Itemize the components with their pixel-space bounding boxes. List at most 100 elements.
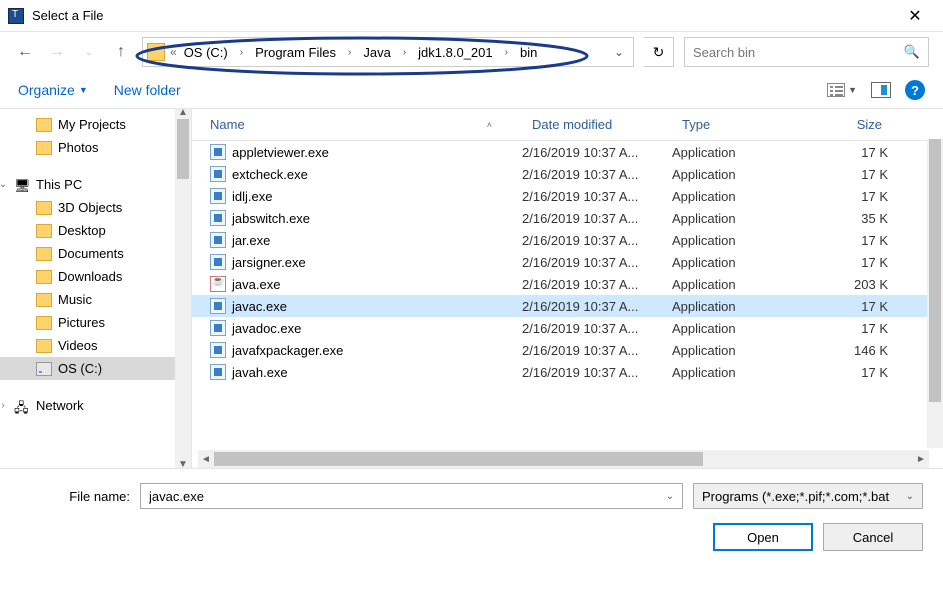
organize-menu[interactable]: Organize ▼ — [18, 82, 88, 98]
toolbar: Organize ▼ New folder ▼ ? — [0, 72, 943, 108]
new-folder-button[interactable]: New folder — [114, 82, 181, 98]
sidebar: My Projects Photos ⌄This PC 3D Objects D… — [0, 109, 192, 468]
sidebar-item-my-projects[interactable]: My Projects — [0, 113, 191, 136]
expand-icon[interactable]: › — [0, 400, 8, 411]
exe-icon — [210, 188, 226, 204]
file-type-filter[interactable]: Programs (*.exe;*.pif;*.com;*.bat ⌄ — [693, 483, 923, 509]
new-folder-label: New folder — [114, 82, 181, 98]
file-row[interactable]: javafxpackager.exe2/16/2019 10:37 A...Ap… — [192, 339, 943, 361]
search-box[interactable]: 🔍 — [684, 37, 929, 67]
chevron-right-icon[interactable]: › — [397, 47, 412, 58]
horizontal-scrollbar[interactable]: ◄ ► — [198, 450, 929, 468]
breadcrumb-item[interactable]: jdk1.8.0_201 — [414, 43, 496, 62]
filename-input[interactable] — [149, 489, 666, 504]
scroll-right-icon[interactable]: ► — [913, 454, 929, 465]
scrollbar-thumb[interactable] — [214, 452, 703, 466]
sidebar-label: Photos — [58, 140, 98, 155]
scroll-left-icon[interactable]: ◄ — [198, 454, 214, 465]
search-input[interactable] — [693, 45, 904, 60]
folder-icon — [36, 201, 52, 215]
column-size[interactable]: Size — [822, 109, 892, 140]
sidebar-item-photos[interactable]: Photos — [0, 136, 191, 159]
window-title: Select a File — [32, 8, 895, 23]
column-date[interactable]: Date modified — [522, 109, 672, 140]
chevron-right-icon[interactable]: › — [234, 47, 249, 58]
exe-icon — [210, 298, 226, 314]
chevron-right-icon[interactable]: › — [342, 47, 357, 58]
sidebar-item-network[interactable]: ›Network — [0, 394, 191, 417]
sidebar-item-downloads[interactable]: Downloads — [0, 265, 191, 288]
sidebar-item-3d-objects[interactable]: 3D Objects — [0, 196, 191, 219]
file-size: 17 K — [822, 189, 892, 204]
sidebar-item-os-c[interactable]: OS (C:) — [0, 357, 191, 380]
organize-label: Organize — [18, 82, 75, 98]
breadcrumb-item[interactable]: bin — [516, 43, 541, 62]
scroll-up-icon[interactable]: ▲ — [178, 109, 188, 118]
file-row[interactable]: appletviewer.exe2/16/2019 10:37 A...Appl… — [192, 141, 943, 163]
file-row[interactable]: extcheck.exe2/16/2019 10:37 A...Applicat… — [192, 163, 943, 185]
sidebar-item-videos[interactable]: Videos — [0, 334, 191, 357]
breadcrumb-item[interactable]: Program Files — [251, 43, 340, 62]
pc-icon — [14, 178, 30, 192]
breadcrumb-item[interactable]: Java — [359, 43, 394, 62]
close-button[interactable]: ✕ — [895, 6, 935, 26]
sidebar-label: Documents — [58, 246, 124, 261]
file-row[interactable]: jarsigner.exe2/16/2019 10:37 A...Applica… — [192, 251, 943, 273]
address-dropdown[interactable]: ⌄ — [609, 45, 629, 59]
file-size: 17 K — [822, 321, 892, 336]
file-row[interactable]: idlj.exe2/16/2019 10:37 A...Application1… — [192, 185, 943, 207]
view-mode-button[interactable]: ▼ — [827, 83, 857, 97]
file-name: jabswitch.exe — [232, 211, 310, 226]
back-button[interactable]: ← — [14, 41, 36, 63]
forward-button[interactable]: → — [46, 41, 68, 63]
list-view-icon — [827, 83, 845, 97]
file-row[interactable]: javac.exe2/16/2019 10:37 A...Application… — [192, 295, 943, 317]
file-date: 2/16/2019 10:37 A... — [522, 343, 672, 358]
address-bar[interactable]: « OS (C:) › Program Files › Java › jdk1.… — [142, 37, 634, 67]
cancel-button[interactable]: Cancel — [823, 523, 923, 551]
scrollbar-thumb[interactable] — [929, 139, 941, 402]
sidebar-item-documents[interactable]: Documents — [0, 242, 191, 265]
sidebar-item-this-pc[interactable]: ⌄This PC — [0, 173, 191, 196]
scrollbar-thumb[interactable] — [177, 119, 189, 179]
file-row[interactable]: javah.exe2/16/2019 10:37 A...Application… — [192, 361, 943, 383]
file-row[interactable]: jabswitch.exe2/16/2019 10:37 A...Applica… — [192, 207, 943, 229]
sidebar-item-desktop[interactable]: Desktop — [0, 219, 191, 242]
sidebar-label: 3D Objects — [58, 200, 122, 215]
folder-icon — [36, 339, 52, 353]
file-size: 17 K — [822, 365, 892, 380]
open-button[interactable]: Open — [713, 523, 813, 551]
expand-icon[interactable]: ⌄ — [0, 179, 8, 190]
file-row[interactable]: javadoc.exe2/16/2019 10:37 A...Applicati… — [192, 317, 943, 339]
filename-label: File name: — [20, 489, 130, 504]
refresh-button[interactable]: ↻ — [644, 37, 674, 67]
network-icon — [14, 399, 30, 413]
file-row[interactable]: java.exe2/16/2019 10:37 A...Application2… — [192, 273, 943, 295]
exe-icon — [210, 364, 226, 380]
filter-label: Programs (*.exe;*.pif;*.com;*.bat — [702, 489, 889, 504]
filename-combobox[interactable]: ⌄ — [140, 483, 683, 509]
chevron-right-icon[interactable]: › — [499, 47, 514, 58]
column-name[interactable]: Name˄ — [192, 109, 522, 140]
chevron-down-icon[interactable]: ⌄ — [666, 491, 674, 502]
sidebar-item-music[interactable]: Music — [0, 288, 191, 311]
search-icon: 🔍 — [904, 44, 920, 60]
file-type: Application — [672, 167, 822, 182]
vertical-scrollbar[interactable] — [927, 139, 943, 448]
file-name: appletviewer.exe — [232, 145, 329, 160]
sidebar-item-pictures[interactable]: Pictures — [0, 311, 191, 334]
scroll-down-icon[interactable]: ▼ — [178, 459, 188, 468]
column-type[interactable]: Type — [672, 109, 822, 140]
recent-dropdown[interactable]: ⌄ — [78, 41, 100, 63]
sidebar-scrollbar[interactable]: ▲ ▼ — [175, 109, 191, 468]
help-button[interactable]: ? — [905, 80, 925, 100]
up-button[interactable]: ↑ — [110, 41, 132, 63]
file-size: 35 K — [822, 211, 892, 226]
preview-pane-button[interactable] — [871, 82, 891, 98]
exe-icon — [210, 144, 226, 160]
breadcrumb-overflow[interactable]: « — [169, 45, 178, 59]
breadcrumb-item[interactable]: OS (C:) — [180, 43, 232, 62]
file-row[interactable]: jar.exe2/16/2019 10:37 A...Application17… — [192, 229, 943, 251]
folder-icon — [36, 118, 52, 132]
file-size: 146 K — [822, 343, 892, 358]
